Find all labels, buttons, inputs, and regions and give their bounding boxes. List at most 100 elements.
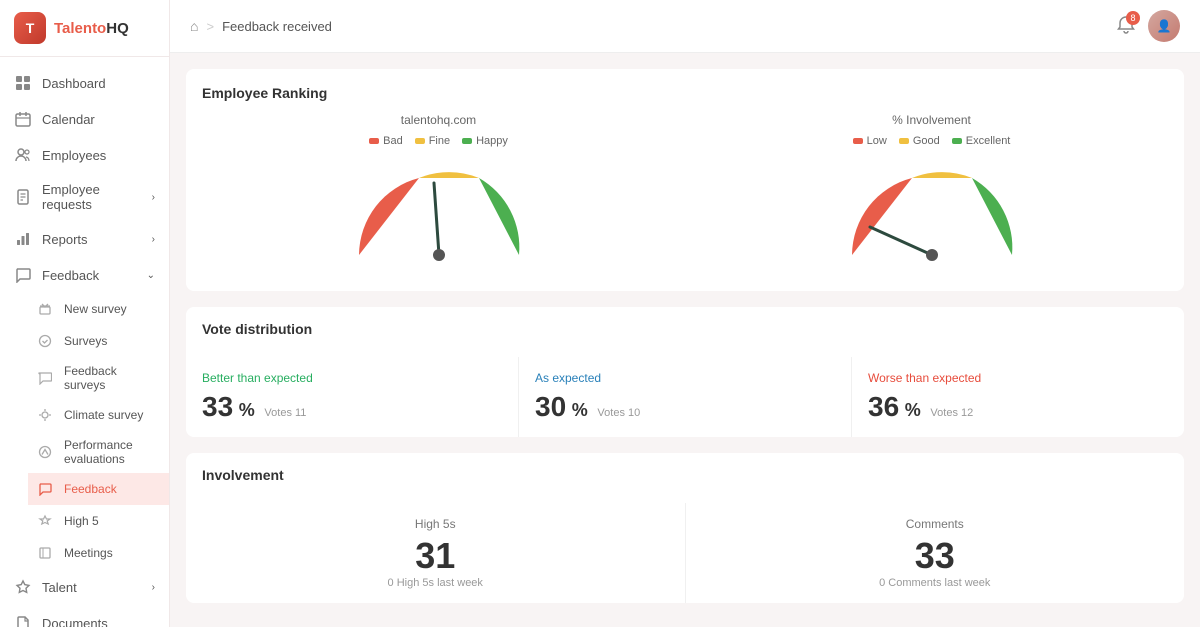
- logo-text: TalentoHQ: [54, 20, 129, 37]
- sidebar-sub-meetings[interactable]: Meetings: [28, 537, 169, 569]
- high5s-number: 31: [202, 535, 669, 577]
- sidebar-item-employees[interactable]: Employees: [0, 137, 169, 173]
- involvement-title: Involvement: [202, 467, 1168, 483]
- sidebar-sub-new-survey[interactable]: New survey: [28, 293, 169, 325]
- sidebar-item-employee-requests[interactable]: Employee requests ›: [0, 173, 169, 221]
- good-label: Good: [913, 135, 940, 147]
- notification-count: 8: [1126, 11, 1140, 25]
- vote-distribution-title: Vote distribution: [202, 321, 1168, 337]
- sidebar-sub-label: Feedback surveys: [64, 364, 155, 392]
- chevron-down-icon: ⌄: [147, 270, 155, 281]
- gauge1-svg: [339, 155, 539, 275]
- happy-label: Happy: [476, 135, 508, 147]
- legend-low: Low: [853, 135, 887, 147]
- topbar: ⌂ > Feedback received 8 👤: [170, 0, 1200, 53]
- logo-icon: T: [14, 12, 46, 44]
- gauge1-container: talentohq.com Bad Fine Happy: [202, 113, 675, 275]
- legend-bad: Bad: [369, 135, 403, 147]
- gauge2-label: % Involvement: [892, 113, 971, 127]
- chevron-right-icon: ›: [152, 192, 155, 203]
- content-area: Employee Ranking talentohq.com Bad Fine: [170, 53, 1200, 627]
- talent-icon: [14, 578, 32, 596]
- sidebar-sub-label: Feedback: [64, 482, 117, 496]
- high5s-label: High 5s: [202, 517, 669, 531]
- performance-icon: [36, 443, 54, 461]
- vote-category-better: Better than expected: [202, 371, 502, 385]
- sidebar-sub-label: Surveys: [64, 334, 107, 348]
- employee-ranking-card: Employee Ranking talentohq.com Bad Fine: [186, 69, 1184, 291]
- involvement-cell-comments: Comments 33 0 Comments last week: [686, 503, 1185, 603]
- excellent-dot: [952, 138, 962, 144]
- users-icon: [14, 146, 32, 164]
- sidebar-nav: Dashboard Calendar Employees Employee re…: [0, 57, 169, 627]
- comments-label: Comments: [702, 517, 1169, 531]
- sidebar-item-calendar[interactable]: Calendar: [0, 101, 169, 137]
- feedback-active-icon: [36, 480, 54, 498]
- sidebar-sub-feedback-surveys[interactable]: Feedback surveys: [28, 357, 169, 399]
- sidebar-sub-surveys[interactable]: Surveys: [28, 325, 169, 357]
- calendar-icon: [14, 110, 32, 128]
- notification-bell[interactable]: 8: [1116, 15, 1136, 38]
- sidebar-item-talent[interactable]: Talent ›: [0, 569, 169, 605]
- sidebar-sub-label: Performance evaluations: [64, 438, 155, 466]
- legend-fine: Fine: [415, 135, 450, 147]
- involvement-card: Involvement High 5s 31 0 High 5s last we…: [186, 453, 1184, 603]
- main-content: ⌂ > Feedback received 8 👤 Employee Ranki…: [170, 0, 1200, 627]
- bar-chart-icon: [14, 230, 32, 248]
- vote-pct-row: 33 % Votes 11: [202, 391, 502, 423]
- high5s-sub: 0 High 5s last week: [202, 577, 669, 589]
- gauge1-label: talentohq.com: [401, 113, 476, 127]
- fine-label: Fine: [429, 135, 450, 147]
- sidebar-item-feedback[interactable]: Feedback ⌄: [0, 257, 169, 293]
- breadcrumb-separator: >: [206, 19, 214, 34]
- comments-number: 33: [702, 535, 1169, 577]
- vote-category-expected: As expected: [535, 371, 835, 385]
- sidebar-sub-high5[interactable]: High 5: [28, 505, 169, 537]
- logo: T TalentoHQ: [0, 0, 169, 57]
- feedback-surveys-icon: [36, 369, 54, 387]
- fine-dot: [415, 138, 425, 144]
- file-text-icon: [14, 188, 32, 206]
- sidebar-item-label: Employees: [42, 148, 106, 163]
- sidebar-item-documents[interactable]: Documents: [0, 605, 169, 627]
- chevron-right-icon: ›: [152, 582, 155, 593]
- sidebar-sub-climate-survey[interactable]: Climate survey: [28, 399, 169, 431]
- vote-pct-expected: 30: [535, 391, 566, 422]
- home-icon[interactable]: ⌂: [190, 18, 198, 34]
- vote-pct-row3: 36 % Votes 12: [868, 391, 1168, 423]
- vote-pct-worse: 36: [868, 391, 899, 422]
- sidebar-sub-feedback-active[interactable]: Feedback: [28, 473, 169, 505]
- vote-pct-better: 33: [202, 391, 233, 422]
- vote-cell-worse: Worse than expected 36 % Votes 12: [852, 357, 1184, 437]
- involvement-cell-high5: High 5s 31 0 High 5s last week: [186, 503, 686, 603]
- meetings-icon: [36, 544, 54, 562]
- sidebar-item-label: Calendar: [42, 112, 95, 127]
- card-title: Employee Ranking: [202, 85, 1168, 101]
- gauge2-legend: Low Good Excellent: [853, 135, 1011, 147]
- sidebar-sub-performance[interactable]: Performance evaluations: [28, 431, 169, 473]
- sidebar-item-reports[interactable]: Reports ›: [0, 221, 169, 257]
- breadcrumb-label: Feedback received: [222, 19, 332, 34]
- vote-cell-expected: As expected 30 % Votes 10: [519, 357, 852, 437]
- chevron-right-icon: ›: [152, 234, 155, 245]
- sidebar-item-label: Reports: [42, 232, 88, 247]
- high5-icon: [36, 512, 54, 530]
- vote-row: Better than expected 33 % Votes 11 As ex…: [186, 357, 1184, 437]
- happy-dot: [462, 138, 472, 144]
- vote-pct-sym3: %: [905, 400, 921, 420]
- user-avatar[interactable]: 👤: [1148, 10, 1180, 42]
- sidebar-item-label: Feedback: [42, 268, 99, 283]
- topbar-actions: 8 👤: [1116, 10, 1180, 42]
- sidebar-item-label: Employee requests: [42, 182, 142, 212]
- comments-sub: 0 Comments last week: [702, 577, 1169, 589]
- vote-count-expected: Votes 10: [597, 407, 640, 419]
- sidebar-item-dashboard[interactable]: Dashboard: [0, 65, 169, 101]
- legend-excellent: Excellent: [952, 135, 1011, 147]
- sidebar-item-label: Dashboard: [42, 76, 106, 91]
- excellent-label: Excellent: [966, 135, 1011, 147]
- vote-pct-sym2: %: [572, 400, 588, 420]
- bad-dot: [369, 138, 379, 144]
- legend-good: Good: [899, 135, 940, 147]
- vote-pct-sym: %: [239, 400, 255, 420]
- vote-cell-better: Better than expected 33 % Votes 11: [186, 357, 519, 437]
